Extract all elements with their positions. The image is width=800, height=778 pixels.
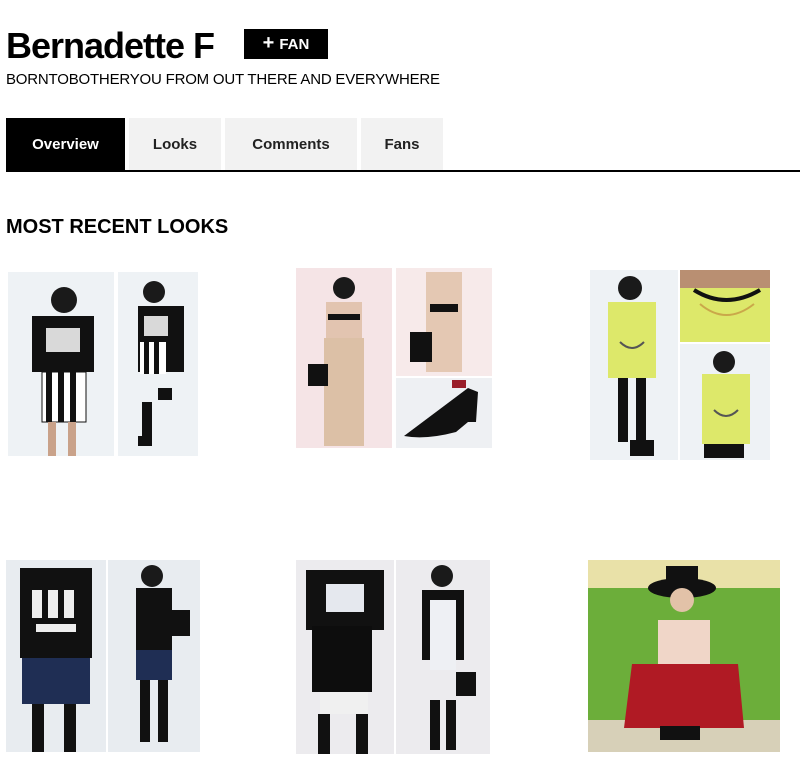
look-thumbnail[interactable] <box>8 272 198 456</box>
tab-label: Overview <box>32 135 99 153</box>
look-photo <box>6 560 106 752</box>
plus-icon: + <box>262 32 275 54</box>
look-thumbnail[interactable] <box>296 560 490 754</box>
look-photo <box>680 344 770 460</box>
tab-looks[interactable]: Looks <box>129 118 221 170</box>
tab-label: Looks <box>152 135 198 153</box>
look-photo <box>396 560 490 754</box>
section-title: MOST RECENT LOOKS <box>6 216 229 238</box>
tab-comments[interactable]: Comments <box>225 118 357 170</box>
fan-button[interactable]: + FAN <box>244 29 328 59</box>
look-photo <box>396 378 492 448</box>
look-thumbnail[interactable] <box>6 560 200 752</box>
look-thumbnail[interactable] <box>588 560 780 752</box>
look-photo <box>296 268 392 448</box>
profile-tagline: BORNTOBOTHERYOU FROM OUT THERE AND EVERY… <box>6 71 440 88</box>
look-photo <box>118 272 198 456</box>
look-photo <box>8 272 114 456</box>
tab-overview[interactable]: Overview <box>6 118 125 170</box>
tab-label: Fans <box>384 135 420 153</box>
profile-tabs: Overview Looks Comments Fans <box>6 118 443 170</box>
profile-name: Bernadette F <box>6 25 215 66</box>
tab-label: Comments <box>252 135 330 153</box>
look-thumbnail[interactable] <box>296 268 492 448</box>
look-photo <box>296 560 394 754</box>
look-photo <box>590 270 678 460</box>
fan-button-label: FAN <box>279 35 310 53</box>
look-photo <box>588 560 780 752</box>
look-thumbnail[interactable] <box>590 270 770 460</box>
tab-fans[interactable]: Fans <box>361 118 443 170</box>
tabs-divider <box>6 170 800 172</box>
look-photo <box>680 270 770 342</box>
look-photo <box>396 268 492 376</box>
look-photo <box>108 560 200 752</box>
